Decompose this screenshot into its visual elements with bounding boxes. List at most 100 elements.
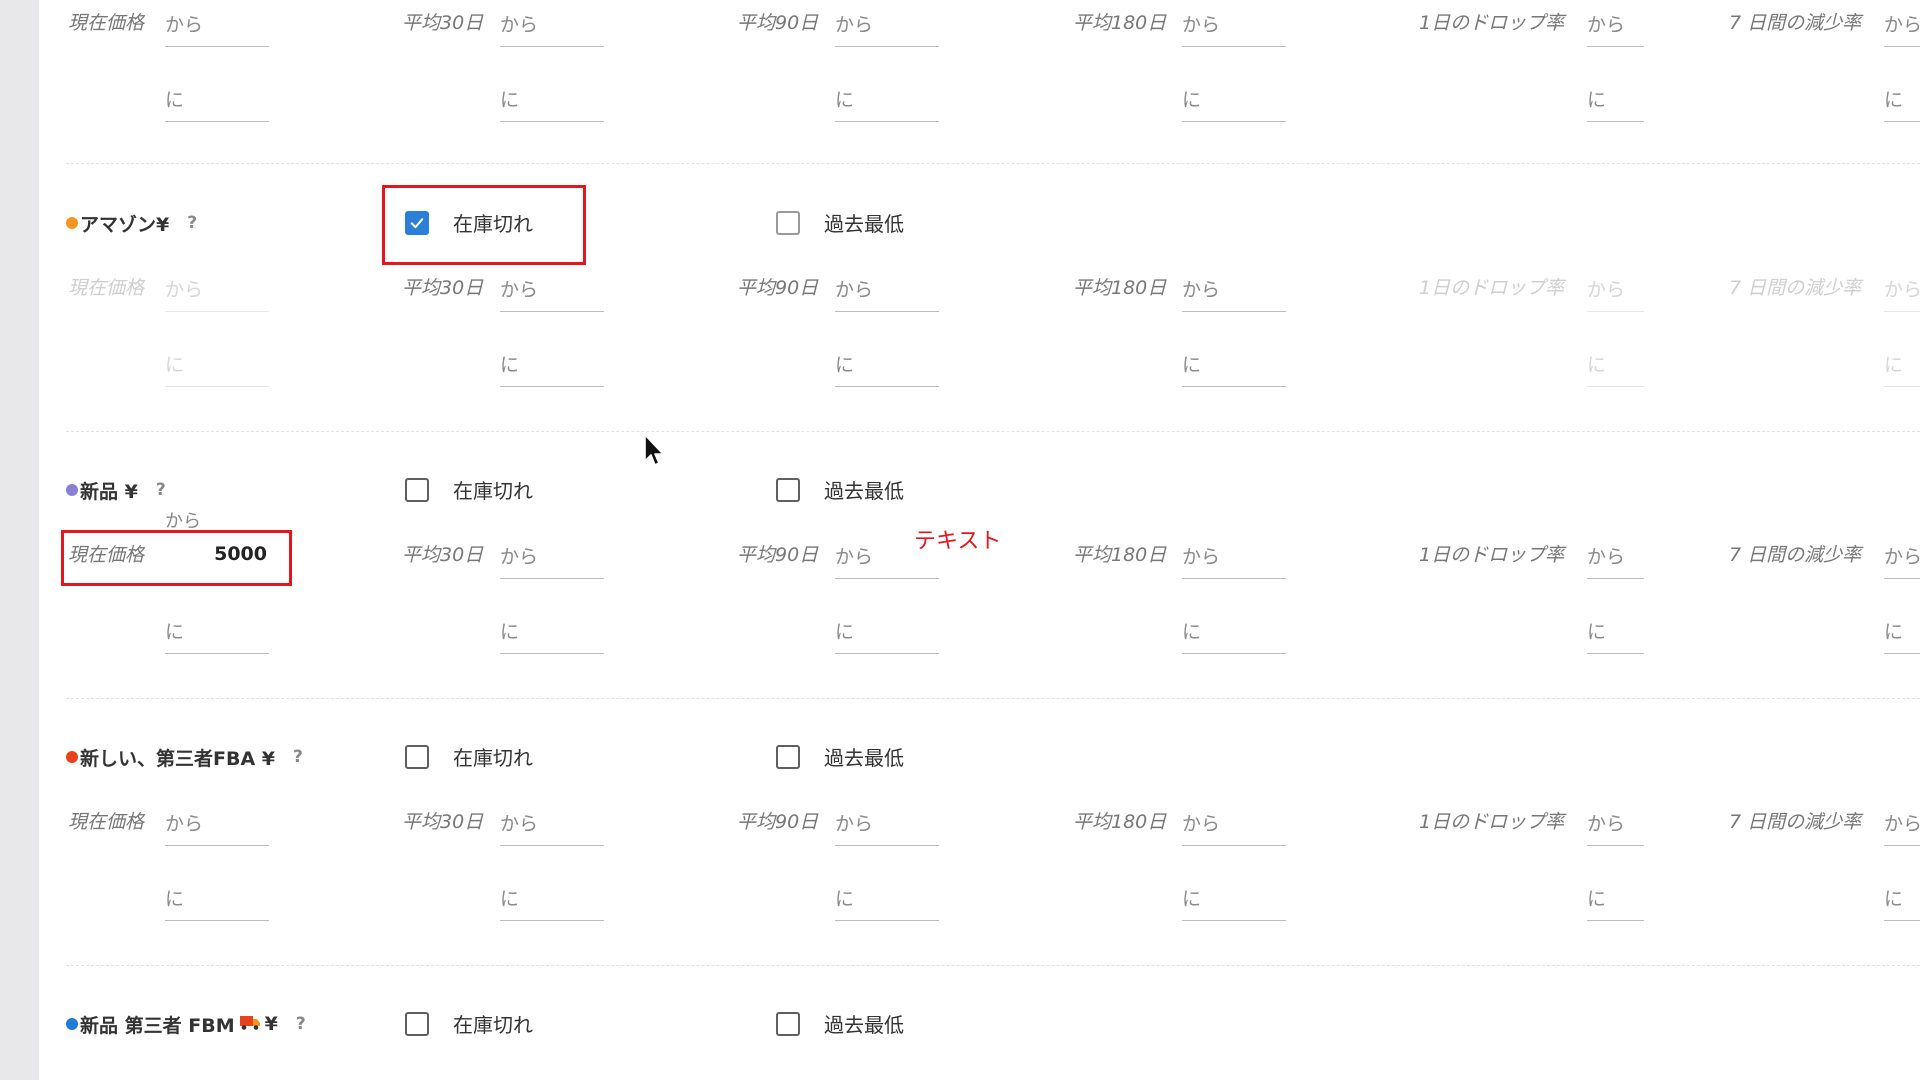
drop-1d-from-input[interactable] <box>1587 802 1644 846</box>
out-of-stock-label: 在庫切れ <box>453 479 533 503</box>
help-icon[interactable]: ? <box>296 1014 306 1034</box>
field-label-current-price: 現在価格 <box>68 277 145 299</box>
all-time-low-checkbox[interactable]: 過去最低 <box>776 208 904 237</box>
all-time-low-checkbox[interactable]: 過去最低 <box>776 742 904 771</box>
help-icon[interactable]: ? <box>156 480 166 500</box>
current-price-from-input[interactable] <box>165 3 269 47</box>
avg90-to-input[interactable] <box>835 610 939 654</box>
avg30-from-input[interactable] <box>500 3 604 47</box>
drop-7d-to-input[interactable] <box>1884 78 1920 122</box>
field-label-current-price: 現在価格 <box>68 811 145 833</box>
checkbox-unchecked-icon <box>776 1011 800 1036</box>
field-label-drop-7d: 7 日間の減少率 <box>1729 12 1862 34</box>
mouse-cursor-icon <box>644 434 664 466</box>
help-icon[interactable]: ? <box>187 213 197 233</box>
avg180-to-input[interactable] <box>1182 610 1286 654</box>
field-label-avg180: 平均180日 <box>1073 811 1167 833</box>
avg30-from-input[interactable] <box>500 268 604 312</box>
avg90-to-input[interactable] <box>835 78 939 122</box>
drop-7d-from-input[interactable] <box>1884 535 1920 579</box>
field-label-drop-7d: 7 日間の減少率 <box>1729 277 1862 299</box>
checkbox-unchecked-icon <box>405 744 429 769</box>
purple-dot-icon <box>66 484 78 496</box>
current-price-to-input[interactable] <box>165 877 269 921</box>
current-price-from-input[interactable] <box>165 268 269 312</box>
avg180-to-input[interactable] <box>1182 877 1286 921</box>
avg90-from-input[interactable] <box>835 3 939 47</box>
all-time-low-checkbox[interactable]: 過去最低 <box>776 1009 904 1038</box>
avg180-from-input[interactable] <box>1182 3 1286 47</box>
drop-1d-from-input[interactable] <box>1587 535 1644 579</box>
field-label-current-price: 現在価格 <box>68 12 145 34</box>
out-of-stock-checkbox[interactable]: 在庫切れ <box>405 1009 533 1038</box>
out-of-stock-label: 在庫切れ <box>453 746 533 770</box>
filter-page: 現在価格 平均30日 平均90日 平均180日 1日のドロップ率 7 日間の減少… <box>0 0 1920 1080</box>
checkbox-unchecked-icon <box>776 210 800 235</box>
section-title-currency: ¥ <box>264 1013 278 1035</box>
avg30-to-input[interactable] <box>500 610 604 654</box>
out-of-stock-checkbox[interactable]: 在庫切れ <box>405 208 533 237</box>
avg180-from-input[interactable] <box>1182 802 1286 846</box>
help-icon[interactable]: ? <box>293 747 303 767</box>
avg90-from-input[interactable] <box>835 535 939 579</box>
out-of-stock-checkbox[interactable]: 在庫切れ <box>405 475 533 504</box>
blue-dot-icon <box>66 1018 78 1030</box>
section-divider <box>66 163 1920 164</box>
avg30-to-input[interactable] <box>500 343 604 387</box>
avg180-to-input[interactable] <box>1182 78 1286 122</box>
avg30-from-input[interactable] <box>500 802 604 846</box>
checkbox-unchecked-icon <box>776 744 800 769</box>
drop-1d-to-input[interactable] <box>1587 78 1644 122</box>
orange-dot-icon <box>66 217 78 229</box>
current-price-to-input[interactable] <box>165 78 269 122</box>
avg180-to-input[interactable] <box>1182 343 1286 387</box>
out-of-stock-checkbox[interactable]: 在庫切れ <box>405 742 533 771</box>
field-label-avg30: 平均30日 <box>402 277 484 299</box>
drop-1d-to-input[interactable] <box>1587 877 1644 921</box>
field-label-drop-7d: 7 日間の減少率 <box>1729 811 1862 833</box>
field-label-avg30: 平均30日 <box>402 12 484 34</box>
field-label-current-price: 現在価格 <box>68 544 145 566</box>
field-label-drop-1d: 1日のドロップ率 <box>1419 277 1565 299</box>
avg90-from-input[interactable] <box>835 802 939 846</box>
avg90-to-input[interactable] <box>835 343 939 387</box>
current-price-from-input[interactable] <box>165 802 269 846</box>
avg30-to-input[interactable] <box>500 78 604 122</box>
checkbox-unchecked-icon <box>405 477 429 502</box>
drop-1d-from-input[interactable] <box>1587 3 1644 47</box>
field-label-drop-7d: 7 日間の減少率 <box>1729 544 1862 566</box>
field-label-drop-1d: 1日のドロップ率 <box>1419 12 1565 34</box>
current-price-to-input[interactable] <box>165 343 269 387</box>
drop-7d-to-input[interactable] <box>1884 610 1920 654</box>
avg90-to-input[interactable] <box>835 877 939 921</box>
field-label-drop-1d: 1日のドロップ率 <box>1419 811 1565 833</box>
drop-7d-from-input[interactable] <box>1884 3 1920 47</box>
section-title-text: 新品 ¥ <box>80 480 138 503</box>
section-divider <box>66 698 1920 699</box>
avg180-from-input[interactable] <box>1182 268 1286 312</box>
current-price-to-input[interactable] <box>165 610 269 654</box>
drop-7d-to-input[interactable] <box>1884 877 1920 921</box>
field-label-avg90: 平均90日 <box>737 544 819 566</box>
section-divider <box>66 965 1920 966</box>
drop-7d-to-input[interactable] <box>1884 343 1920 387</box>
all-time-low-label: 過去最低 <box>824 1013 904 1037</box>
avg90-from-input[interactable] <box>835 268 939 312</box>
avg30-to-input[interactable] <box>500 877 604 921</box>
out-of-stock-label: 在庫切れ <box>453 1013 533 1037</box>
drop-7d-from-input[interactable] <box>1884 802 1920 846</box>
checkbox-unchecked-icon <box>776 477 800 502</box>
field-label-avg180: 平均180日 <box>1073 544 1167 566</box>
section-title-text: アマゾン¥ <box>80 213 170 236</box>
avg30-from-input[interactable] <box>500 535 604 579</box>
truck-icon <box>239 1013 261 1036</box>
all-time-low-checkbox[interactable]: 過去最低 <box>776 475 904 504</box>
section-title-new-fbm: 新品 第三者 FBM ¥ ? <box>66 1011 306 1037</box>
section-title-new: 新品 ¥ ? <box>66 477 166 503</box>
drop-1d-to-input[interactable] <box>1587 343 1644 387</box>
avg180-from-input[interactable] <box>1182 535 1286 579</box>
drop-7d-from-input[interactable] <box>1884 268 1920 312</box>
drop-1d-from-input[interactable] <box>1587 268 1644 312</box>
current-price-from-input[interactable] <box>165 535 269 573</box>
drop-1d-to-input[interactable] <box>1587 610 1644 654</box>
